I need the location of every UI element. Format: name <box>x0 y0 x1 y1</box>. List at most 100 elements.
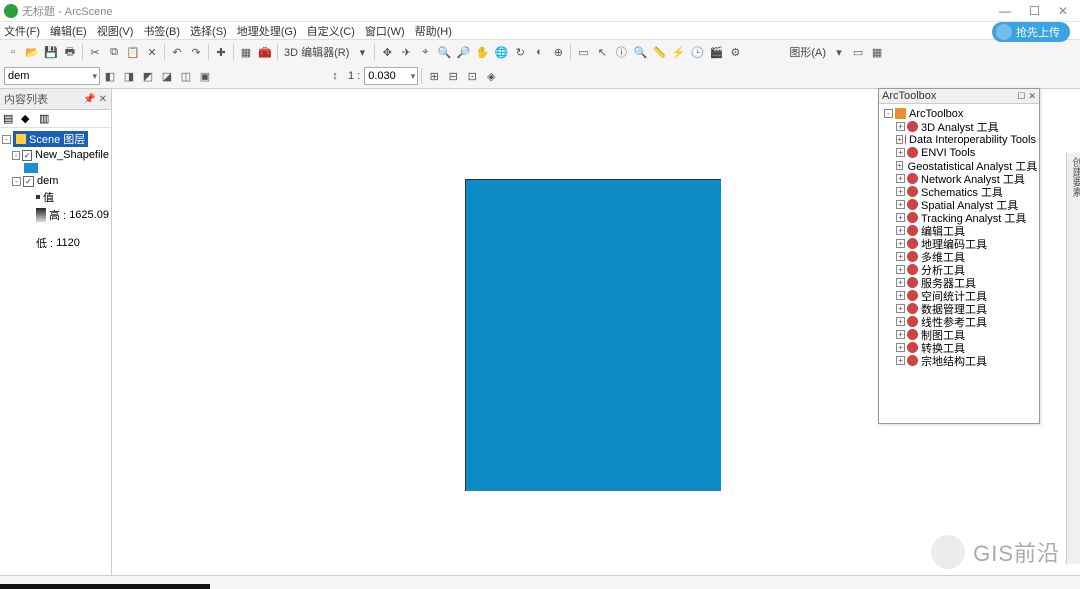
menu-edit[interactable]: 编辑(E) <box>50 23 87 39</box>
misc3-icon[interactable]: ⊡ <box>463 67 481 85</box>
menu-view[interactable]: 视图(V) <box>97 23 134 39</box>
cut-icon[interactable]: ✂ <box>86 43 104 61</box>
maximize-button[interactable]: ☐ <box>1029 4 1040 18</box>
open-icon[interactable]: 📂 <box>23 43 41 61</box>
scale-combo[interactable]: 0.030 <box>364 67 418 85</box>
layer-d-icon[interactable]: ◪ <box>158 67 176 85</box>
height-icon[interactable]: ↕ <box>326 67 344 85</box>
menu-geoprocess[interactable]: 地理处理(G) <box>237 23 297 39</box>
fly-icon[interactable]: ✈ <box>397 43 415 61</box>
add-data-icon[interactable]: ✚ <box>212 43 230 61</box>
toolbox-item[interactable]: +Data Interoperability Tools <box>894 133 1036 146</box>
menu-bookmark[interactable]: 书签(B) <box>143 23 180 39</box>
fullextent-icon[interactable]: 🌐 <box>492 43 510 61</box>
rotate-icon[interactable]: ◐ <box>530 43 548 61</box>
find-icon[interactable]: 🔍 <box>631 43 649 61</box>
arctoolbox-restore-icon[interactable]: ☐ <box>1017 91 1025 102</box>
minimize-button[interactable]: — <box>999 4 1011 18</box>
pointer-icon[interactable]: ↖ <box>593 43 611 61</box>
menu-select[interactable]: 选择(S) <box>190 23 227 39</box>
menu-help[interactable]: 帮助(H) <box>415 23 452 39</box>
grid-icon[interactable]: ▦ <box>868 43 886 61</box>
globe-icon[interactable]: ⊕ <box>549 43 567 61</box>
hyperlink-icon[interactable]: ⚡ <box>669 43 687 61</box>
toolbox-icon <box>907 121 918 132</box>
menu-file[interactable]: 文件(F) <box>4 23 40 39</box>
close-button[interactable]: ✕ <box>1058 4 1068 18</box>
toolbox-icon <box>907 264 918 275</box>
layer-new-shapefile[interactable]: - ✓ New_Shapefile <box>12 148 109 162</box>
select-icon[interactable]: ▭ <box>574 43 592 61</box>
redo-icon[interactable]: ↷ <box>187 43 205 61</box>
misc2-icon[interactable]: ⊟ <box>444 67 462 85</box>
gear-icon[interactable]: ⚙ <box>726 43 744 61</box>
misc1-icon[interactable]: ⊞ <box>425 67 443 85</box>
layer-dem[interactable]: - ✓ dem <box>12 174 109 188</box>
toolbox-item[interactable]: +Tracking Analyst 工具 <box>894 211 1036 224</box>
toc-tree[interactable]: - Scene 图层 - ✓ New_Shapefile - ✓ dem 值 高 <box>0 128 111 254</box>
scene-node[interactable]: - Scene 图层 <box>2 130 109 148</box>
menu-customize[interactable]: 自定义(C) <box>307 23 355 39</box>
misc4-icon[interactable]: ◈ <box>482 67 500 85</box>
measure-icon[interactable]: 📏 <box>650 43 668 61</box>
zoomin-icon[interactable]: 🔍 <box>435 43 453 61</box>
checkbox[interactable]: ✓ <box>22 150 32 161</box>
nav-icon[interactable]: ✥ <box>378 43 396 61</box>
window-title: 无标题 - ArcScene <box>22 3 999 19</box>
layer-b-icon[interactable]: ◨ <box>120 67 138 85</box>
create-features-tab[interactable]: 创建要素 <box>1067 153 1080 201</box>
right-rail[interactable]: 创建要素 <box>1066 153 1080 564</box>
toc-btn2-icon[interactable]: ◆ <box>21 112 35 126</box>
toolbox-icon <box>907 277 918 288</box>
toc-icon[interactable]: ▦ <box>237 43 255 61</box>
graphics-dropdown-icon[interactable]: ▾ <box>830 43 848 61</box>
layer-f-icon[interactable]: ▣ <box>196 67 214 85</box>
delete-icon[interactable]: ✕ <box>143 43 161 61</box>
toc-title-bar: 内容列表 📌 ✕ <box>0 89 111 110</box>
new-icon[interactable]: ▫ <box>4 43 22 61</box>
undo-icon[interactable]: ↶ <box>168 43 186 61</box>
arctoolbox-tree[interactable]: -ArcToolbox +3D Analyst 工具 +Data Interop… <box>879 104 1039 370</box>
watermark: GIS前沿 <box>931 535 1060 569</box>
expand-icon[interactable]: - <box>12 151 20 160</box>
toolbox-item[interactable]: +地理编码工具 <box>894 237 1036 250</box>
toolbox-icon[interactable]: 🧰 <box>256 43 274 61</box>
toolbox-item[interactable]: +3D Analyst 工具 <box>894 120 1036 133</box>
zoomout-icon[interactable]: 🔎 <box>454 43 472 61</box>
paste-icon[interactable]: 📋 <box>124 43 142 61</box>
toc-close-icon[interactable]: ✕ <box>99 94 107 105</box>
layer-a-icon[interactable]: ◧ <box>101 67 119 85</box>
menubar: 文件(F) 编辑(E) 视图(V) 书签(B) 选择(S) 地理处理(G) 自定… <box>0 22 1080 40</box>
pan-icon[interactable]: ✋ <box>473 43 491 61</box>
save-icon[interactable]: 💾 <box>42 43 60 61</box>
arctoolbox-close-icon[interactable]: ✕ <box>1028 91 1036 102</box>
rect-draw-icon[interactable]: ▭ <box>849 43 867 61</box>
toc-btn3-icon[interactable]: ▥ <box>39 112 53 126</box>
editor-dropdown-icon[interactable]: ▾ <box>353 43 371 61</box>
toolbox-item[interactable]: +制图工具 <box>894 328 1036 341</box>
toc-btn1-icon[interactable]: ▤ <box>3 112 17 126</box>
layer-c-icon[interactable]: ◩ <box>139 67 157 85</box>
copy-icon[interactable]: ⧉ <box>105 43 123 61</box>
print-icon[interactable]: 🖶 <box>61 43 79 61</box>
taskbar-overlay <box>0 584 210 589</box>
toolbox-item[interactable]: +线性参考工具 <box>894 315 1036 328</box>
menu-window[interactable]: 窗口(W) <box>365 23 405 39</box>
toolbox-item[interactable]: +多维工具 <box>894 250 1036 263</box>
expand-icon[interactable]: - <box>12 177 21 186</box>
share-button[interactable]: 抢先上传 <box>992 22 1070 42</box>
toolbox-item[interactable]: +宗地结构工具 <box>894 354 1036 367</box>
animation-icon[interactable]: 🎬 <box>707 43 725 61</box>
toolbox-icon <box>905 134 906 145</box>
identify-icon[interactable]: ⓘ <box>612 43 630 61</box>
layer-e-icon[interactable]: ◫ <box>177 67 195 85</box>
expand-icon[interactable]: - <box>2 135 11 144</box>
toolbox-icon <box>907 355 918 366</box>
time-icon[interactable]: 🕒 <box>688 43 706 61</box>
refresh-icon[interactable]: ↻ <box>511 43 529 61</box>
graphics-label[interactable]: 图形(A) <box>789 44 826 60</box>
checkbox[interactable]: ✓ <box>23 176 34 187</box>
pin-icon[interactable]: 📌 <box>83 94 95 105</box>
layer-combo[interactable]: dem <box>4 67 100 85</box>
zoom-target-icon[interactable]: ⌖ <box>416 43 434 61</box>
